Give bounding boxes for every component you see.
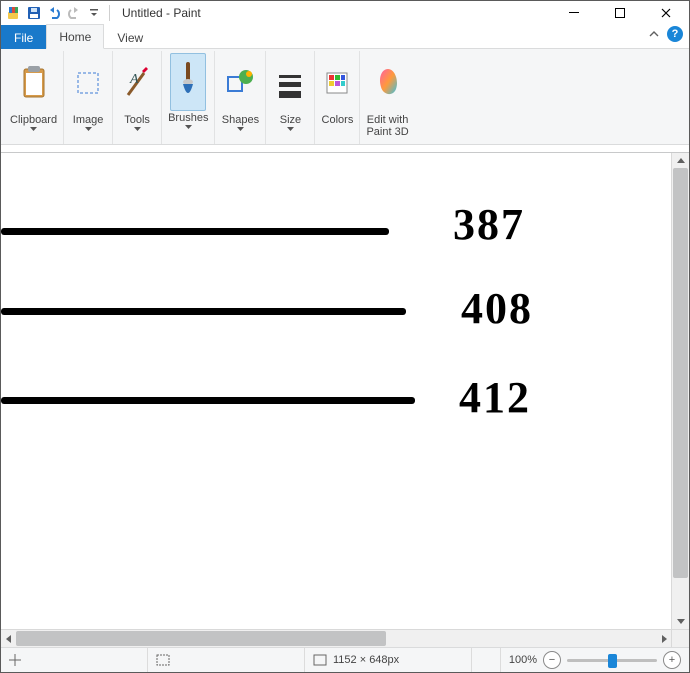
group-label: Colors [322,114,354,126]
collapse-ribbon-icon[interactable] [649,29,659,39]
quick-access-toolbar [1,4,103,22]
group-label: Edit withPaint 3D [366,114,408,138]
drawn-number: 408 [461,283,533,334]
group-label: Shapes [222,114,259,126]
paint-3d-icon [370,53,406,113]
canvas-top-edge [1,145,689,153]
dropdown-icon[interactable] [30,127,37,131]
clipboard-icon [15,53,53,113]
window-title: Untitled - Paint [122,6,201,20]
dimensions-icon [313,654,327,666]
group-label: Image [73,114,104,126]
scroll-up-icon[interactable] [672,153,689,168]
dropdown-icon[interactable] [287,127,294,131]
group-label: Tools [124,114,150,126]
group-edit-3d[interactable]: Edit withPaint 3D [360,51,414,144]
colors-icon [321,53,353,113]
status-selection [148,648,305,672]
qat-customize-icon[interactable] [85,4,103,22]
scroll-left-icon[interactable] [1,630,16,647]
drawn-line [1,397,415,404]
dropdown-icon[interactable] [134,127,141,131]
group-brushes[interactable]: Brushes [162,51,215,144]
app-icon [5,4,23,22]
group-size[interactable]: Size [266,51,315,144]
dimensions-text: 1152 × 648px [333,654,399,666]
drawn-number: 387 [453,199,525,250]
tab-view[interactable]: View [104,25,156,49]
scrollbar-thumb[interactable] [673,168,688,578]
group-colors[interactable]: Colors [315,51,360,144]
canvas[interactable]: 387 408 412 [1,153,671,629]
status-cursor-pos [1,648,148,672]
image-select-icon [70,53,106,113]
svg-text:A: A [129,72,139,87]
group-clipboard[interactable]: Clipboard [4,51,64,144]
crosshair-icon [9,654,21,666]
zoom-controls: 100% − + [501,651,689,669]
zoom-out-button[interactable]: − [543,651,561,669]
ribbon-tabs: File Home View ? [1,24,689,49]
group-shapes[interactable]: Shapes [215,51,266,144]
vertical-scrollbar[interactable] [671,153,689,629]
dropdown-icon[interactable] [237,127,244,131]
zoom-slider-thumb[interactable] [608,654,617,668]
horizontal-scrollbar[interactable] [1,629,689,647]
status-bar: 1152 × 648px 100% − + [1,647,689,672]
brush-icon [170,53,206,111]
undo-icon[interactable] [45,4,63,22]
close-button[interactable] [643,1,689,24]
save-icon[interactable] [25,4,43,22]
drawn-number: 412 [459,372,531,423]
zoom-slider[interactable] [567,659,657,662]
scroll-down-icon[interactable] [672,614,689,629]
zoom-in-button[interactable]: + [663,651,681,669]
dropdown-icon[interactable] [85,127,92,131]
tab-home[interactable]: Home [46,24,104,49]
size-icon [272,53,308,113]
shapes-icon [221,53,259,113]
group-label: Brushes [168,112,208,124]
group-label: Size [280,114,301,126]
dropdown-icon[interactable] [185,125,192,129]
group-image[interactable]: Image [64,51,113,144]
zoom-text: 100% [509,654,537,666]
scrollbar-corner [671,630,689,647]
window-controls [551,1,689,24]
maximize-button[interactable] [597,1,643,24]
status-filesize [472,648,501,672]
scroll-right-icon[interactable] [657,630,672,647]
drawn-line [1,228,389,235]
redo-icon[interactable] [65,4,83,22]
title-bar: Untitled - Paint [1,1,689,24]
app-window: Untitled - Paint File Home View ? Clipbo… [0,0,690,673]
selection-icon [156,654,170,666]
work-area: 387 408 412 [1,145,689,647]
scrollbar-thumb[interactable] [16,631,386,646]
ribbon: Clipboard Image A Tools Brushes [1,49,689,145]
tab-file[interactable]: File [1,25,46,49]
group-label: Clipboard [10,114,57,126]
group-tools[interactable]: A Tools [113,51,162,144]
help-icon[interactable]: ? [667,26,683,42]
drawn-line [1,308,406,315]
tools-icon: A [119,53,155,113]
status-dimensions: 1152 × 648px [305,648,472,672]
minimize-button[interactable] [551,1,597,24]
